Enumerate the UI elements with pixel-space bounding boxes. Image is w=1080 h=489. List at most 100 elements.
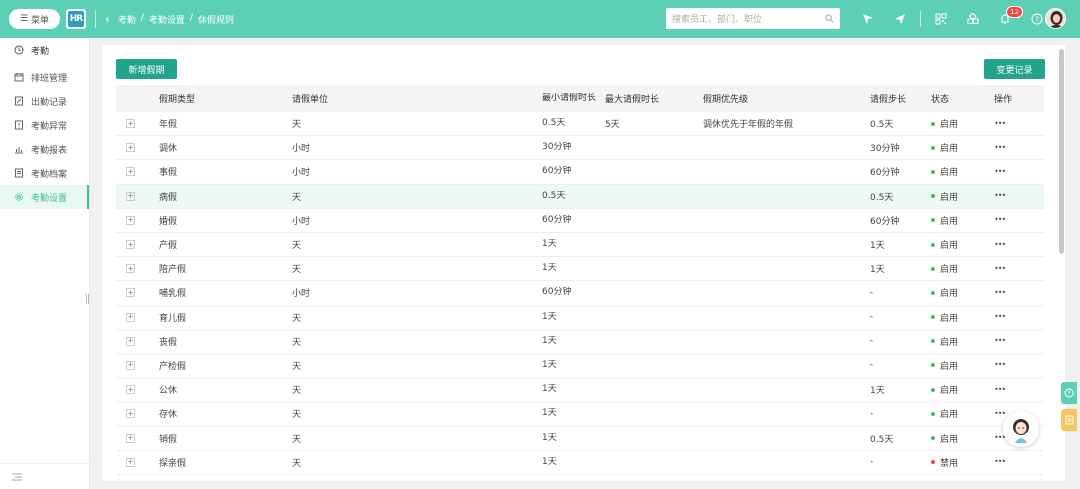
more-actions-icon[interactable]: ••• — [994, 119, 1006, 128]
add-leave-button[interactable]: 新增假期 — [116, 59, 177, 79]
table-row[interactable]: + 调休 小时 30分钟 30分钟 启用 ••• — [116, 136, 1044, 161]
send-icon[interactable] — [884, 13, 916, 25]
sidebar-item-settings[interactable]: 考勤设置 — [0, 185, 89, 209]
expand-plus-icon[interactable]: + — [126, 385, 135, 395]
status-cell: 启用 — [931, 383, 994, 396]
avatar[interactable] — [1045, 8, 1066, 29]
expand-plus-icon[interactable]: + — [126, 433, 135, 443]
status-text: 启用 — [940, 313, 959, 324]
header-priority: 假期优先级 — [703, 95, 749, 105]
expand-plus-icon[interactable]: + — [126, 143, 135, 153]
more-actions-icon[interactable]: ••• — [994, 336, 1006, 345]
status-cell: 禁用 — [931, 456, 994, 469]
app-logo[interactable]: HR — [66, 9, 86, 29]
more-actions-icon[interactable]: ••• — [994, 143, 1006, 152]
table-row[interactable]: + 婚假 小时 60分钟 60分钟 启用 ••• — [116, 209, 1044, 233]
expand-plus-icon[interactable]: + — [126, 457, 135, 467]
more-actions-icon[interactable]: ••• — [994, 312, 1006, 321]
step-cell: 0.5天 — [870, 192, 894, 203]
assistant-avatar-button[interactable] — [1003, 411, 1039, 447]
menu-button[interactable]: ☰ 菜单 — [9, 9, 60, 29]
back-chevron-icon[interactable]: ‹ — [105, 12, 110, 26]
more-actions-icon[interactable]: ••• — [994, 167, 1006, 176]
step-cell: - — [870, 312, 874, 323]
status-dot — [931, 436, 935, 441]
expand-plus-icon[interactable]: + — [126, 191, 135, 201]
search-input[interactable]: 搜索员工、部门、职位 — [666, 8, 840, 29]
table-row[interactable]: + 存休 天 1天 - 启用 ••• — [116, 402, 1044, 427]
more-actions-icon[interactable]: ••• — [994, 288, 1006, 297]
more-actions-icon[interactable]: ••• — [994, 215, 1006, 224]
sidebar-resize-handle[interactable] — [86, 294, 89, 304]
cursor-icon[interactable] — [852, 13, 884, 25]
actions-cell: ••• — [994, 143, 1034, 153]
expand-plus-icon[interactable]: + — [126, 119, 135, 129]
expand-plus-icon[interactable]: + — [126, 167, 135, 177]
table-row[interactable]: + 探亲假 天 1天 - 禁用 ••• — [116, 451, 1044, 475]
min-duration-cell: 60分钟 — [542, 166, 572, 177]
more-actions-icon[interactable]: ••• — [994, 191, 1006, 200]
table-row[interactable]: + 销假天 1天 0.5天 启用 ••• — [116, 426, 1044, 451]
expand-plus-icon[interactable]: + — [126, 240, 135, 250]
table-row[interactable]: + 丧假 天 1天 - 启用 ••• — [116, 330, 1044, 354]
more-actions-icon[interactable]: ••• — [994, 360, 1006, 369]
step-cell: 1天 — [870, 386, 885, 397]
leave-type-cell: 年假 — [159, 120, 178, 131]
scrollbar[interactable] — [1059, 49, 1064, 254]
table-row[interactable]: + 病假 天 0.5天 0.5天 启用 ••• — [116, 184, 1044, 209]
expand-plus-icon[interactable]: + — [126, 215, 135, 225]
breadcrumb-item-settings[interactable]: 考勤设置 — [149, 13, 185, 26]
min-duration-cell: 60分钟 — [542, 214, 572, 225]
table-row[interactable]: + 事假 小时 60分钟 60分钟 启用 ••• — [116, 160, 1044, 185]
actions-cell: ••• — [994, 119, 1034, 129]
table-row[interactable]: + 产假 天 1天 1天 启用 ••• — [116, 233, 1044, 258]
table-row[interactable]: + 育儿假 天 1天 - 启用 ••• — [116, 306, 1044, 330]
table-header: 假期类型 请假单位 最小请假时长 最大请假时长 假期优先级 请假步长 状态 操作 — [116, 85, 1044, 112]
more-actions-icon[interactable]: ••• — [994, 240, 1006, 249]
svg-text:?: ? — [1035, 16, 1039, 24]
expand-plus-icon[interactable]: + — [126, 264, 135, 274]
expand-plus-icon[interactable]: + — [126, 312, 135, 322]
sidebar-item-archive[interactable]: 考勤档案 — [0, 161, 89, 185]
min-duration-cell: 60分钟 — [542, 287, 572, 298]
unit-cell: 天 — [292, 434, 302, 445]
more-actions-icon[interactable]: ••• — [994, 385, 1006, 394]
header-min-duration: 最小请假时长 — [542, 93, 597, 103]
table-row[interactable]: + 年假 天 0.5天 5天 调休优先于年假的年假 0.5天 启用 ••• — [116, 112, 1044, 137]
expand-plus-icon[interactable]: + — [126, 409, 135, 419]
expand-cell: + — [116, 167, 159, 177]
status-cell: 启用 — [931, 190, 994, 203]
qrcode-icon[interactable] — [925, 13, 957, 25]
bell-icon[interactable]: 12 — [989, 6, 1023, 25]
breadcrumb-item-attendance[interactable]: 考勤 — [118, 13, 136, 26]
apps-icon[interactable] — [957, 13, 989, 25]
expand-plus-icon[interactable]: + — [126, 288, 135, 298]
table-row[interactable]: + 产检假 天 1天 - 启用 ••• — [116, 354, 1044, 379]
calendar-icon — [14, 73, 24, 82]
more-actions-icon[interactable]: ••• — [994, 457, 1006, 466]
sidebar-collapse-button[interactable] — [0, 463, 90, 489]
sidebar-item-scheduling[interactable]: 排班管理 — [0, 65, 89, 89]
step-cell: 1天 — [870, 265, 885, 276]
change-history-button[interactable]: 变更记录 — [984, 59, 1045, 79]
table-row[interactable]: + 陪产假 天 1天 1天 启用 ••• — [116, 257, 1044, 282]
sidebar-item-attendance[interactable]: 考勤 — [0, 39, 89, 61]
sidebar-item-exceptions[interactable]: 考勤异常 — [0, 113, 89, 137]
leave-type-cell: 病假 — [159, 192, 178, 203]
expand-plus-icon[interactable]: + — [126, 336, 135, 346]
expand-plus-icon[interactable]: + — [126, 360, 135, 370]
sidebar-item-records[interactable]: 出勤记录 — [0, 89, 89, 113]
more-actions-icon[interactable]: ••• — [994, 264, 1006, 273]
sidebar-item-reports[interactable]: 考勤报表 — [0, 137, 89, 161]
leave-type-cell: 产检假 — [159, 361, 187, 372]
notes-float-button[interactable] — [1061, 409, 1077, 431]
status-cell: 启用 — [931, 117, 994, 130]
help-float-button[interactable]: ? — [1061, 382, 1077, 404]
table-row[interactable]: + 哺乳假 小时 60分钟 - 启用 ••• — [116, 281, 1044, 306]
status-cell: 启用 — [931, 238, 994, 251]
table-row[interactable]: + 公休 天 1天 1天 启用 ••• — [116, 378, 1044, 403]
more-actions-icon[interactable]: ••• — [994, 409, 1006, 418]
expand-cell: + — [116, 264, 159, 274]
unit-cell: 小时 — [292, 289, 311, 300]
status-cell: 启用 — [931, 286, 994, 299]
